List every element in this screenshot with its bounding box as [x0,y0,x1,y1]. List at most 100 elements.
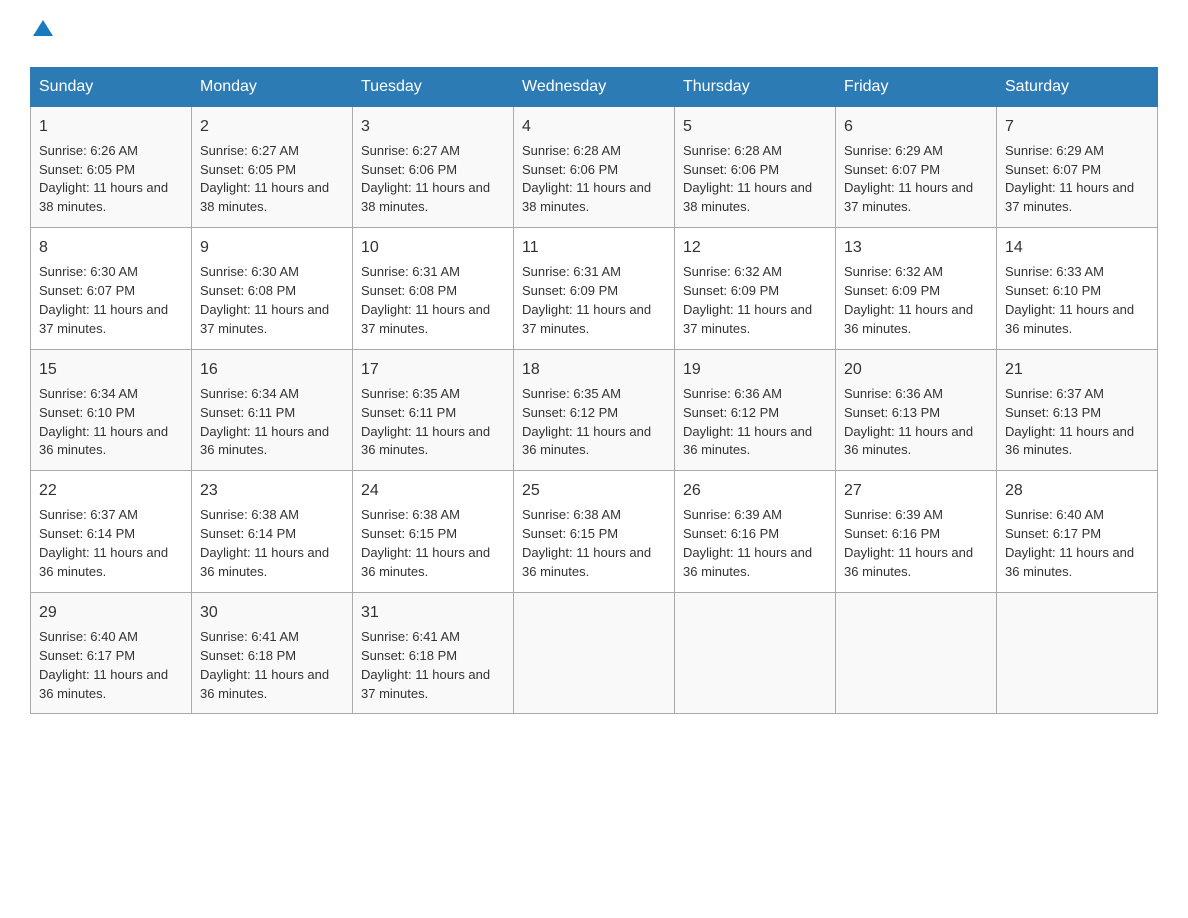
sunrise-text: Sunrise: 6:30 AM [39,264,138,279]
sunset-text: Sunset: 6:17 PM [39,648,135,663]
sunrise-text: Sunrise: 6:29 AM [844,143,943,158]
day-number: 29 [39,601,183,624]
sunset-text: Sunset: 6:07 PM [39,283,135,298]
day-number: 26 [683,479,827,502]
calendar-cell: 3Sunrise: 6:27 AMSunset: 6:06 PMDaylight… [353,106,514,228]
sunset-text: Sunset: 6:17 PM [1005,526,1101,541]
daylight-text: Daylight: 11 hours and 36 minutes. [39,667,168,701]
calendar-table: SundayMondayTuesdayWednesdayThursdayFrid… [30,67,1158,715]
sunset-text: Sunset: 6:13 PM [1005,405,1101,420]
daylight-text: Daylight: 11 hours and 37 minutes. [522,302,651,336]
sunrise-text: Sunrise: 6:37 AM [1005,386,1104,401]
sunset-text: Sunset: 6:11 PM [361,405,456,420]
calendar-cell: 20Sunrise: 6:36 AMSunset: 6:13 PMDayligh… [836,349,997,471]
sunset-text: Sunset: 6:12 PM [522,405,618,420]
calendar-week-row: 22 Sunrise: 6:37 AM Sunset: 6:14 PM Dayligh… [31,471,1158,593]
calendar-cell: 28Sunrise: 6:40 AMSunset: 6:17 PMDayligh… [997,471,1158,593]
daylight-text: Daylight: 11 hours and 38 minutes. [200,180,329,214]
logo-triangle-icon [32,18,54,40]
sunrise-text: Sunrise: 6:41 AM [200,629,299,644]
day-number: 2 [200,115,344,138]
day-number: 4 [522,115,666,138]
day-number: 23 [200,479,344,502]
daylight-text: Daylight: 11 hours and 36 minutes. [683,424,812,458]
daylight-text: Daylight: 11 hours and 38 minutes. [522,180,651,214]
sunset-text: Sunset: 6:15 PM [361,526,457,541]
sunset-text: Sunset: 6:06 PM [522,162,618,177]
calendar-cell [836,592,997,714]
page-header [30,20,1158,47]
calendar-cell: 23Sunrise: 6:38 AMSunset: 6:14 PMDayligh… [192,471,353,593]
calendar-cell: 15Sunrise: 6:34 AMSunset: 6:10 PMDayligh… [31,349,192,471]
day-number: 27 [844,479,988,502]
sunrise-text: Sunrise: 6:40 AM [1005,507,1104,522]
sunrise-text: Sunrise: 6:28 AM [522,143,621,158]
daylight-text: Daylight: 11 hours and 36 minutes. [361,545,490,579]
sunset-text: Sunset: 6:08 PM [200,283,296,298]
calendar-cell: 19Sunrise: 6:36 AMSunset: 6:12 PMDayligh… [675,349,836,471]
day-number: 18 [522,358,666,381]
daylight-text: Daylight: 11 hours and 37 minutes. [844,180,973,214]
day-number: 14 [1005,236,1149,259]
day-number: 13 [844,236,988,259]
calendar-cell: 7Sunrise: 6:29 AMSunset: 6:07 PMDaylight… [997,106,1158,228]
calendar-week-row: 29 Sunrise: 6:40 AM Sunset: 6:17 PM Dayligh… [31,592,1158,714]
sunrise-text: Sunrise: 6:28 AM [683,143,782,158]
sunrise-text: Sunrise: 6:37 AM [39,507,138,522]
sunrise-text: Sunrise: 6:41 AM [361,629,460,644]
day-number: 12 [683,236,827,259]
column-header-friday: Friday [836,67,997,106]
column-header-monday: Monday [192,67,353,106]
day-number: 24 [361,479,505,502]
calendar-cell: 29 Sunrise: 6:40 AM Sunset: 6:17 PM Dayligh… [31,592,192,714]
calendar-cell [997,592,1158,714]
day-number: 9 [200,236,344,259]
calendar-cell: 9Sunrise: 6:30 AMSunset: 6:08 PMDaylight… [192,228,353,350]
calendar-week-row: 8 Sunrise: 6:30 AM Sunset: 6:07 PM Daylight… [31,228,1158,350]
calendar-cell: 30Sunrise: 6:41 AMSunset: 6:18 PMDayligh… [192,592,353,714]
daylight-text: Daylight: 11 hours and 38 minutes. [683,180,812,214]
daylight-text: Daylight: 11 hours and 37 minutes. [1005,180,1134,214]
column-header-sunday: Sunday [31,67,192,106]
daylight-text: Daylight: 11 hours and 36 minutes. [200,424,329,458]
daylight-text: Daylight: 11 hours and 37 minutes. [361,667,490,701]
sunset-text: Sunset: 6:07 PM [844,162,940,177]
day-number: 8 [39,236,183,259]
sunrise-text: Sunrise: 6:39 AM [844,507,943,522]
daylight-text: Daylight: 11 hours and 38 minutes. [361,180,490,214]
sunrise-text: Sunrise: 6:32 AM [844,264,943,279]
sunrise-text: Sunrise: 6:39 AM [683,507,782,522]
sunset-text: Sunset: 6:06 PM [361,162,457,177]
daylight-text: Daylight: 11 hours and 36 minutes. [683,545,812,579]
calendar-cell: 18Sunrise: 6:35 AMSunset: 6:12 PMDayligh… [514,349,675,471]
sunrise-text: Sunrise: 6:40 AM [39,629,138,644]
sunrise-text: Sunrise: 6:38 AM [361,507,460,522]
sunrise-text: Sunrise: 6:38 AM [200,507,299,522]
daylight-text: Daylight: 11 hours and 37 minutes. [200,302,329,336]
daylight-text: Daylight: 11 hours and 38 minutes. [39,180,168,214]
calendar-cell: 11Sunrise: 6:31 AMSunset: 6:09 PMDayligh… [514,228,675,350]
sunset-text: Sunset: 6:12 PM [683,405,779,420]
calendar-cell: 10Sunrise: 6:31 AMSunset: 6:08 PMDayligh… [353,228,514,350]
day-number: 6 [844,115,988,138]
day-number: 7 [1005,115,1149,138]
sunset-text: Sunset: 6:10 PM [1005,283,1101,298]
calendar-cell: 4 Sunrise: 6:28 AM Sunset: 6:06 PM Daylight… [514,106,675,228]
day-number: 22 [39,479,183,502]
sunset-text: Sunset: 6:18 PM [200,648,296,663]
daylight-text: Daylight: 11 hours and 36 minutes. [200,667,329,701]
sunset-text: Sunset: 6:14 PM [39,526,135,541]
calendar-cell: 14Sunrise: 6:33 AMSunset: 6:10 PMDayligh… [997,228,1158,350]
sunrise-text: Sunrise: 6:33 AM [1005,264,1104,279]
daylight-text: Daylight: 11 hours and 36 minutes. [844,545,973,579]
sunrise-text: Sunrise: 6:38 AM [522,507,621,522]
sunrise-text: Sunrise: 6:35 AM [361,386,460,401]
calendar-cell: 1Sunrise: 6:26 AMSunset: 6:05 PMDaylight… [31,106,192,228]
calendar-header-row: SundayMondayTuesdayWednesdayThursdayFrid… [31,67,1158,106]
sunrise-text: Sunrise: 6:31 AM [361,264,460,279]
calendar-cell: 2Sunrise: 6:27 AMSunset: 6:05 PMDaylight… [192,106,353,228]
day-number: 25 [522,479,666,502]
column-header-tuesday: Tuesday [353,67,514,106]
calendar-cell [675,592,836,714]
daylight-text: Daylight: 11 hours and 37 minutes. [683,302,812,336]
